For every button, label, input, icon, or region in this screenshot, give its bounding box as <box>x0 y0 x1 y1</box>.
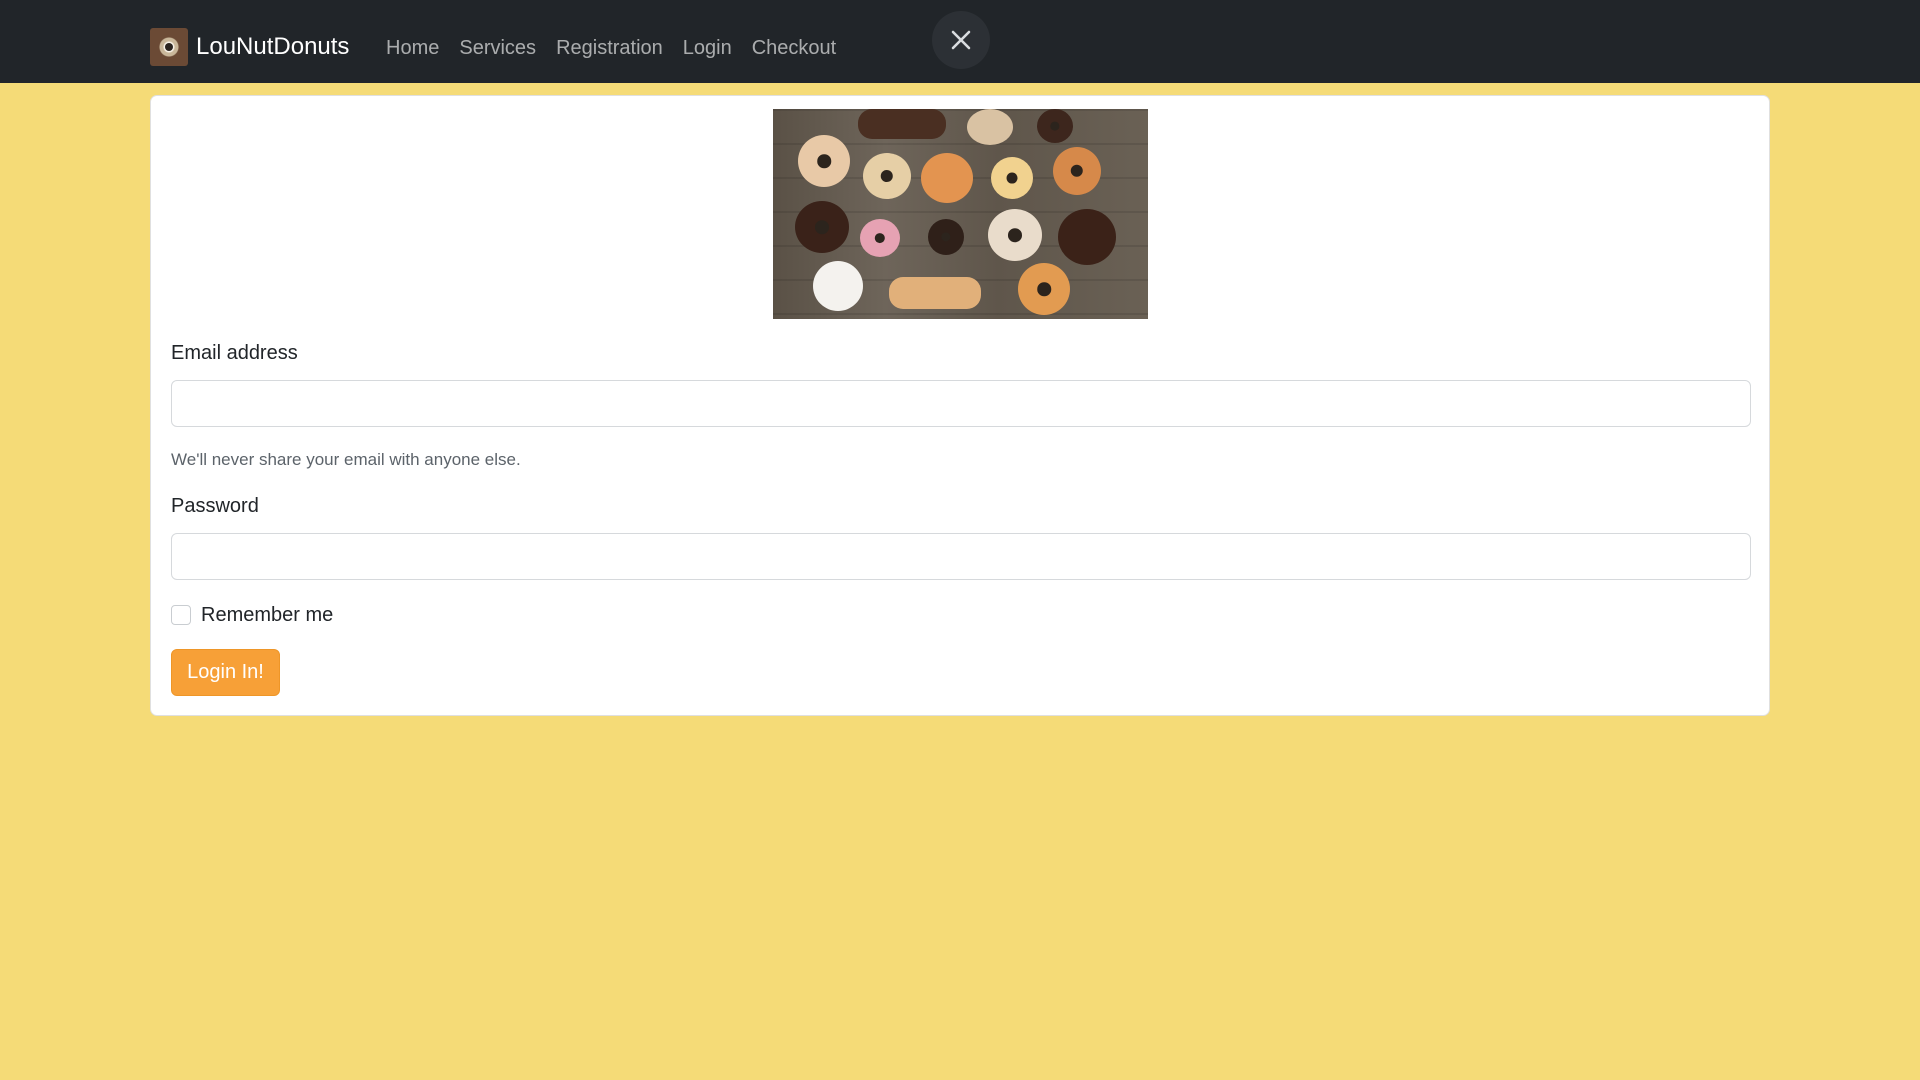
donut-image <box>967 109 1013 145</box>
brand-link[interactable]: LouNutDonuts <box>150 28 349 66</box>
donut-image <box>1037 109 1073 143</box>
nav-link-login[interactable]: Login <box>683 30 732 66</box>
donut-image <box>928 219 964 255</box>
remember-me-checkbox[interactable] <box>171 605 191 625</box>
remember-me-label[interactable]: Remember me <box>201 604 333 627</box>
donuts-hero-image <box>773 109 1148 319</box>
donut-image <box>1058 209 1116 265</box>
donut-image <box>921 153 973 203</box>
donut-image <box>988 209 1042 261</box>
donut-image <box>798 135 850 187</box>
donut-image <box>860 219 900 257</box>
login-button[interactable]: Login In! <box>171 649 280 696</box>
login-card: Email address We'll never share your ema… <box>150 95 1770 716</box>
password-field[interactable] <box>171 533 1751 580</box>
nav-link-services[interactable]: Services <box>459 30 536 66</box>
remember-me-row: Remember me <box>171 602 333 628</box>
donut-image <box>795 201 849 253</box>
email-label: Email address <box>171 342 298 364</box>
close-icon <box>951 30 971 50</box>
brand-name: LouNutDonuts <box>196 33 350 60</box>
top-navbar: LouNutDonuts Home Services Registration … <box>0 0 1920 83</box>
eclair-image <box>858 109 946 139</box>
donut-image <box>1018 263 1070 315</box>
password-label: Password <box>171 495 259 517</box>
donut-image <box>813 261 863 311</box>
donut-image <box>1053 147 1101 195</box>
nav-link-home[interactable]: Home <box>386 30 439 66</box>
email-help-text: We'll never share your email with anyone… <box>171 450 521 469</box>
email-field[interactable] <box>171 380 1751 427</box>
eclair-image <box>889 277 981 309</box>
nav-link-checkout[interactable]: Checkout <box>752 30 837 66</box>
donut-image <box>991 157 1033 199</box>
nav-links: Home Services Registration Login Checkou… <box>376 30 846 66</box>
nav-link-registration[interactable]: Registration <box>556 30 663 66</box>
brand-logo-icon <box>150 28 188 66</box>
donut-image <box>863 153 911 199</box>
close-button[interactable] <box>932 11 990 69</box>
